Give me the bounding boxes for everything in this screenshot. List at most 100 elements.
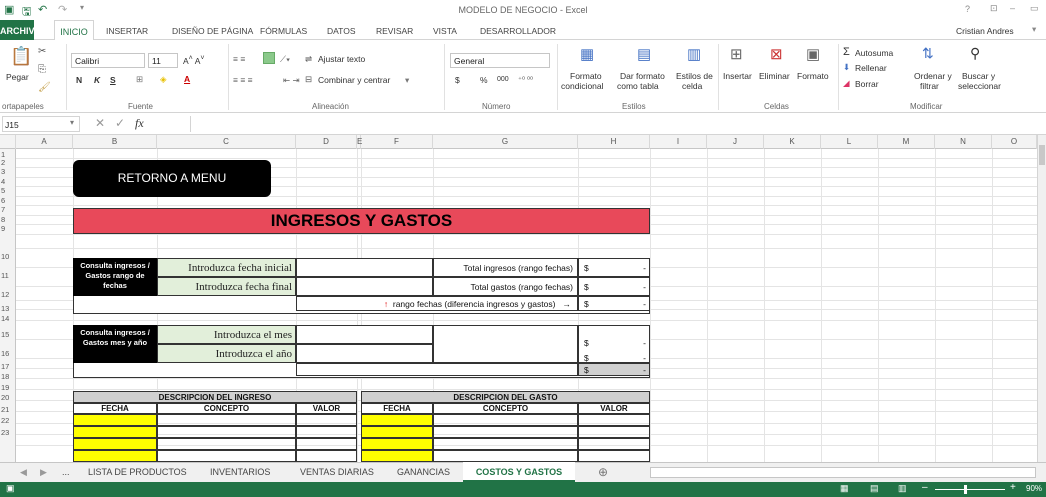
table-cell[interactable] [73,450,157,462]
tab-diseno-pagina[interactable]: DISEÑO DE PÁGINA [172,26,253,36]
table-cell[interactable] [433,426,578,438]
percent-button[interactable]: % [480,75,488,85]
row-header[interactable]: 4 [0,177,16,186]
clear-button[interactable]: Borrar [855,79,879,89]
column-header[interactable]: B [73,135,157,149]
restore-icon[interactable]: ▭ [1030,3,1039,14]
table-cell[interactable] [578,438,650,450]
table-cell[interactable] [578,414,650,426]
zoom-out-icon[interactable]: – [922,482,928,493]
currency-button[interactable]: $ [455,75,460,85]
scroll-tabs-right-icon[interactable]: ▶ [40,467,47,478]
column-header[interactable]: J [707,135,764,149]
user-name[interactable]: Cristian Andres [956,26,1014,36]
formula-input[interactable] [190,116,1042,132]
column-header[interactable]: G [433,135,578,149]
underline-button[interactable]: S [110,75,116,85]
name-box-dropdown-icon[interactable]: ▾ [70,118,74,127]
table-cell[interactable] [157,426,296,438]
row-header[interactable]: 19 [0,383,16,392]
row-header[interactable]: 14 [0,314,16,323]
table-cell[interactable] [578,450,650,462]
format-table-label-2[interactable]: como tabla [617,81,659,91]
tab-insertar[interactable]: INSERTAR [106,26,148,36]
paste-button[interactable]: Pegar [6,72,29,82]
sort-filter-button-2[interactable]: filtrar [920,81,939,91]
month-input[interactable] [296,325,433,344]
table-cell[interactable] [73,414,157,426]
tab-vista[interactable]: VISTA [433,26,457,36]
column-header[interactable]: M [878,135,935,149]
tab-formulas[interactable]: FÓRMULAS [260,26,307,36]
sheet-tab[interactable]: LISTA DE PRODUCTOS [88,467,187,477]
row-header[interactable]: 7 [0,205,16,214]
font-name-box[interactable]: Calibri [71,53,145,68]
orientation-icon[interactable]: ⟋▾ [280,54,290,65]
column-header[interactable]: F [361,135,433,149]
autosum-icon[interactable]: Σ [843,46,850,58]
wrap-text-icon[interactable]: ⇌ [305,54,312,65]
row-header[interactable]: 11 [0,271,16,280]
column-header[interactable]: L [821,135,878,149]
row-header[interactable]: 23 [0,428,16,437]
row-header[interactable]: 22 [0,416,16,425]
end-date-input[interactable] [296,277,433,296]
conditional-format-label-2[interactable]: condicional [561,81,604,91]
select-all[interactable] [0,135,16,149]
zoom-slider-thumb[interactable] [964,485,967,494]
table-cell[interactable] [433,438,578,450]
align-middle-icon[interactable] [263,52,275,64]
normal-view-icon[interactable]: ▦ [840,483,849,494]
wrap-text-button[interactable]: Ajustar texto [318,54,365,64]
column-header[interactable]: A [16,135,73,149]
indent-icon[interactable]: ⇤ ⇥ [283,75,300,86]
cell-styles-icon[interactable]: ▥ [687,45,701,63]
row-header[interactable]: 12 [0,290,16,299]
page-layout-icon[interactable]: ▤ [870,483,879,494]
tab-revisar[interactable]: REVISAR [376,26,413,36]
fill-button[interactable]: Rellenar [855,63,887,73]
tab-archivo[interactable]: ARCHIVO [0,20,42,40]
number-format-box[interactable]: General [450,53,550,68]
cut-icon[interactable]: ✂ [38,46,46,57]
row-header[interactable]: 10 [0,252,16,261]
fill-icon[interactable]: ⬇ [843,62,850,73]
find-select-button[interactable]: Buscar y [962,71,995,81]
format-table-label[interactable]: Dar formato [620,71,665,81]
table-cell[interactable] [433,414,578,426]
table-cell[interactable] [296,426,357,438]
column-header[interactable]: C [157,135,296,149]
column-header[interactable]: D [296,135,357,149]
copy-icon[interactable]: ⎘ [38,64,46,75]
table-cell[interactable] [157,414,296,426]
row-header[interactable]: 8 [0,215,16,224]
column-header[interactable]: O [992,135,1037,149]
enter-icon[interactable]: ✓ [115,116,125,130]
italic-button[interactable]: K [94,75,100,85]
horizontal-scrollbar[interactable] [650,467,1036,478]
tab-desarrollador[interactable]: DESARROLLADOR [480,26,556,36]
merge-dropdown-icon[interactable]: ▾ [405,75,409,86]
thousands-button[interactable]: 000 [497,76,509,83]
start-date-input[interactable] [296,258,433,277]
zoom-level[interactable]: 90% [1026,484,1042,493]
row-header[interactable]: 18 [0,372,16,381]
row-header[interactable]: 16 [0,349,16,358]
ribbon-display-icon[interactable]: ⊡ [990,3,998,14]
row-header[interactable]: 5 [0,186,16,195]
add-sheet-icon[interactable]: ⊕ [598,465,608,479]
table-cell[interactable] [433,450,578,462]
minimize-icon[interactable]: – [1010,3,1015,13]
row-header[interactable]: 21 [0,405,16,414]
format-table-icon[interactable]: ▤ [637,45,651,63]
cell-styles-label[interactable]: Estilos de [676,71,713,81]
row-header[interactable]: 15 [0,330,16,339]
table-cell[interactable] [296,414,357,426]
table-cell[interactable] [296,438,357,450]
more-tabs[interactable]: ... [62,467,70,477]
font-size-box[interactable]: 11 [148,53,178,68]
column-header[interactable]: K [764,135,821,149]
borders-icon[interactable]: ⊞ [136,74,143,85]
scroll-tabs-left-icon[interactable]: ◀ [20,467,27,478]
decimals-icon[interactable]: ⁺⁰ ⁰⁰ [518,75,533,84]
